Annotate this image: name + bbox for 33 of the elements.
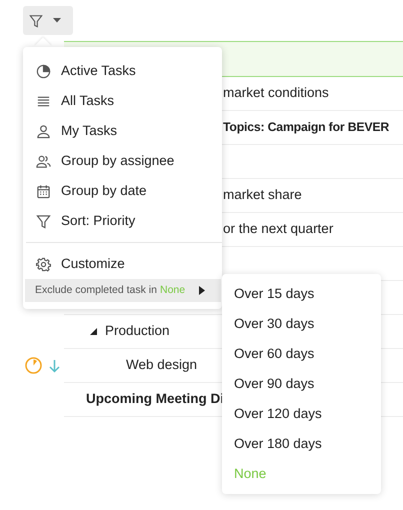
selected-value: None: [160, 282, 186, 298]
expand-icon[interactable]: [90, 328, 97, 335]
menu-item[interactable]: Active Tasks: [23, 56, 222, 86]
task-title[interactable]: Web design: [126, 355, 198, 376]
filter-icon: [29, 14, 43, 28]
menu-item[interactable]: My Tasks: [23, 116, 222, 146]
filter-button[interactable]: [23, 6, 73, 35]
submenu-option[interactable]: Over 60 days: [222, 339, 381, 369]
pie-chart-icon: [36, 64, 51, 78]
submenu-option[interactable]: Over 90 days: [222, 369, 381, 399]
menu-item[interactable]: Sort: Priority: [23, 206, 222, 236]
caret-icon: [53, 18, 61, 23]
submenu-option[interactable]: Over 30 days: [222, 309, 381, 339]
settings-icon: [36, 256, 51, 272]
users-icon: [36, 154, 51, 168]
menu-item[interactable]: Group by assignee: [23, 146, 222, 176]
task-title[interactable]: or the next quarter: [223, 219, 334, 240]
group-title[interactable]: Production: [105, 321, 170, 342]
task-title[interactable]: Topics: Campaign for BEVER: [223, 118, 390, 137]
filter-icon: [36, 214, 51, 228]
task-title[interactable]: market conditions: [223, 83, 329, 104]
list-icon: [36, 94, 51, 108]
task-title[interactable]: market share: [223, 185, 302, 206]
user-icon: [36, 124, 51, 138]
calendar-icon: [36, 184, 51, 198]
submenu-option[interactable]: Over 120 days: [222, 399, 381, 429]
submenu-option[interactable]: Over 15 days: [222, 279, 381, 309]
menu-item[interactable]: Customize: [23, 249, 222, 279]
menu-item[interactable]: All Tasks: [23, 86, 222, 116]
submenu-option[interactable]: Over 180 days: [222, 429, 381, 459]
menu-item[interactable]: Group by date: [23, 176, 222, 206]
submenu-item[interactable]: Exclude completed task in None: [25, 279, 221, 302]
submenu-arrow-icon: [199, 286, 206, 295]
